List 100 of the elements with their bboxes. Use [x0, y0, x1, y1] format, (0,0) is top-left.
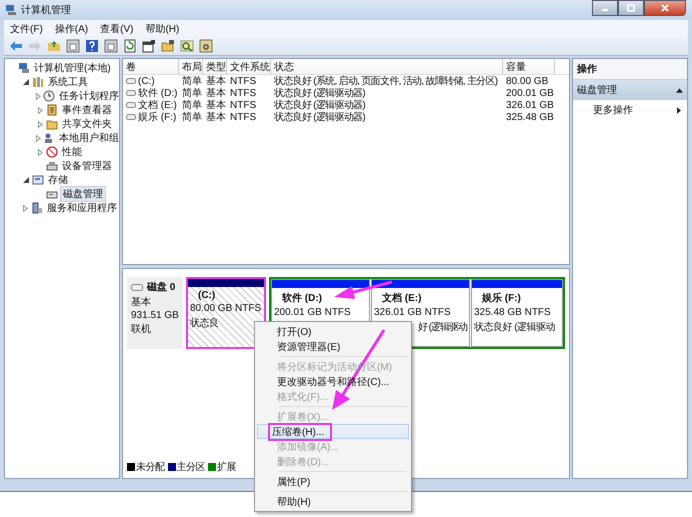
tree-item[interactable]: 本地用户和组: [57, 131, 121, 145]
tree-item[interactable]: 共享文件夹: [60, 117, 114, 131]
minimize-button[interactable]: [592, 0, 618, 16]
table-cell-text: 基本: [206, 98, 226, 112]
toolbar-button[interactable]: [160, 38, 176, 54]
computer-icon: [18, 62, 30, 74]
menu-item[interactable]: 操作(A): [54, 22, 88, 36]
folder-icon: [47, 40, 61, 52]
partition-block[interactable]: 娱乐 (F:) 325.48 GB NTFS 状态良好 (逻辑驱动: [471, 279, 563, 347]
table-cell-text: 娱乐 (F:): [138, 110, 176, 124]
tree-item[interactable]: 服务和应用程序: [45, 201, 119, 215]
table-cell: NTFS: [230, 88, 256, 98]
section-title: 磁盘管理: [577, 84, 617, 97]
collapsed-triangle-icon[interactable]: [38, 106, 42, 114]
table-cell-text: 基本: [206, 110, 226, 124]
column-header[interactable]: 布局: [179, 59, 203, 74]
services-icon: [31, 202, 43, 214]
collapsed-triangle-icon[interactable]: [23, 204, 28, 212]
table-cell: NTFS: [230, 100, 256, 110]
collapsed-triangle-icon[interactable]: [38, 120, 42, 128]
tree-item[interactable]: 系统工具: [46, 75, 90, 89]
disk-type: 基本: [131, 296, 152, 309]
table-cell: NTFS: [230, 76, 256, 86]
tree-item[interactable]: 磁盘管理: [60, 186, 106, 202]
disk-name: 磁盘 0: [147, 280, 176, 294]
table-cell-text: 软件 (D:): [138, 87, 178, 100]
partition-block[interactable]: (C:) 80.00 GB NTFS 状态良: [186, 277, 266, 349]
toolbar-button[interactable]: [122, 38, 138, 54]
menu-item[interactable]: 帮助(H): [145, 22, 180, 36]
table-cell-text: 简单: [182, 86, 202, 100]
window-title: 计算机管理: [21, 4, 71, 17]
partition-size: 326.01 GB NTFS: [374, 307, 452, 318]
column-header[interactable]: 卷: [123, 59, 179, 74]
close-button[interactable]: [644, 0, 686, 16]
menu-item[interactable]: 属性(P): [277, 474, 310, 488]
toolbar-button[interactable]: [141, 38, 157, 54]
partition-size: 80.00 GB NTFS: [190, 303, 262, 314]
maximize-button[interactable]: [618, 0, 644, 16]
action-link[interactable]: 更多操作: [593, 103, 633, 117]
pane-icon: [66, 39, 80, 53]
menu-item[interactable]: 帮助(H): [277, 494, 311, 508]
actions-header: 操作: [573, 59, 687, 80]
menu-item[interactable]: 打开(O): [277, 324, 312, 338]
partition-status: 状态良: [190, 316, 220, 330]
tree-item[interactable]: 任务计划程序: [57, 89, 121, 103]
users-icon: [43, 132, 55, 144]
table-cell-text: 基本: [206, 86, 226, 100]
menu-item[interactable]: 文件(F): [10, 22, 43, 36]
disk-status: 联机: [131, 322, 152, 336]
collapsed-triangle-icon[interactable]: [36, 134, 41, 142]
tree-item[interactable]: 设备管理器: [60, 159, 114, 173]
table-cell-text: 简单: [182, 74, 202, 88]
table-cell: (C:): [138, 76, 155, 86]
collapsed-triangle-icon[interactable]: [38, 148, 42, 156]
tree-item[interactable]: 存储: [46, 173, 70, 187]
table-cell: NTFS: [230, 112, 256, 122]
help-icon: [85, 39, 99, 53]
left-arrow-icon: [9, 40, 23, 52]
folder-icon: [46, 118, 58, 130]
right-arrow-icon: [28, 40, 42, 52]
menu-item[interactable]: 查看(V): [100, 22, 134, 36]
log-icon: [46, 104, 58, 116]
tree-item[interactable]: 事件查看器: [60, 103, 114, 117]
column-header[interactable]: 文件系统: [227, 59, 271, 74]
partition-name: (C:): [197, 290, 216, 301]
table-cell-text: 简单: [182, 110, 202, 124]
partition-size: 200.01 GB NTFS: [274, 307, 352, 318]
legend-label: 主分区: [176, 460, 205, 474]
column-header[interactable]: 容量: [503, 59, 555, 74]
partition-name: 文档 (E:): [381, 292, 422, 305]
disk-size: 931.51 GB: [131, 310, 179, 321]
settings-icon: [199, 39, 213, 53]
tree-item[interactable]: 计算机管理(本地): [32, 61, 113, 75]
computer-icon: [5, 4, 17, 16]
toolbar-button[interactable]: [84, 38, 100, 54]
column-header[interactable]: 状态: [271, 59, 503, 74]
collapsed-triangle-icon[interactable]: [36, 92, 41, 100]
table-cell-text: 文档 (E:): [138, 98, 177, 112]
table-cell: 80.00 GB: [506, 76, 548, 86]
column-header[interactable]: 类型: [203, 59, 227, 74]
gauge-icon: [46, 146, 58, 158]
legend-label: 未分配: [136, 460, 164, 474]
table-cell-text: 状态良好 (逻辑驱动器): [274, 86, 366, 100]
pane-icon: [104, 39, 118, 53]
expanded-triangle-icon[interactable]: [23, 79, 29, 85]
device-icon: [46, 160, 58, 172]
collapse-arrow-icon: [676, 88, 683, 92]
storage-icon: [32, 174, 44, 186]
folder-icon: [161, 39, 175, 53]
expanded-triangle-icon[interactable]: [23, 177, 29, 183]
partition-name: 娱乐 (F:): [480, 292, 522, 305]
refresh-icon: [123, 39, 137, 53]
tree-item[interactable]: 性能: [60, 145, 84, 159]
actions-section-header[interactable]: 磁盘管理: [573, 80, 687, 100]
table-cell-text: 状态良好 (逻辑驱动器): [274, 98, 366, 112]
partition-status: 好 (逻辑驱动: [418, 320, 467, 334]
partition-status: 状态良好 (逻辑驱动: [474, 320, 556, 334]
table-cell-text: 简单: [182, 98, 202, 112]
table-cell: 326.01 GB: [506, 100, 554, 110]
partition-name: 软件 (D:): [280, 292, 323, 305]
